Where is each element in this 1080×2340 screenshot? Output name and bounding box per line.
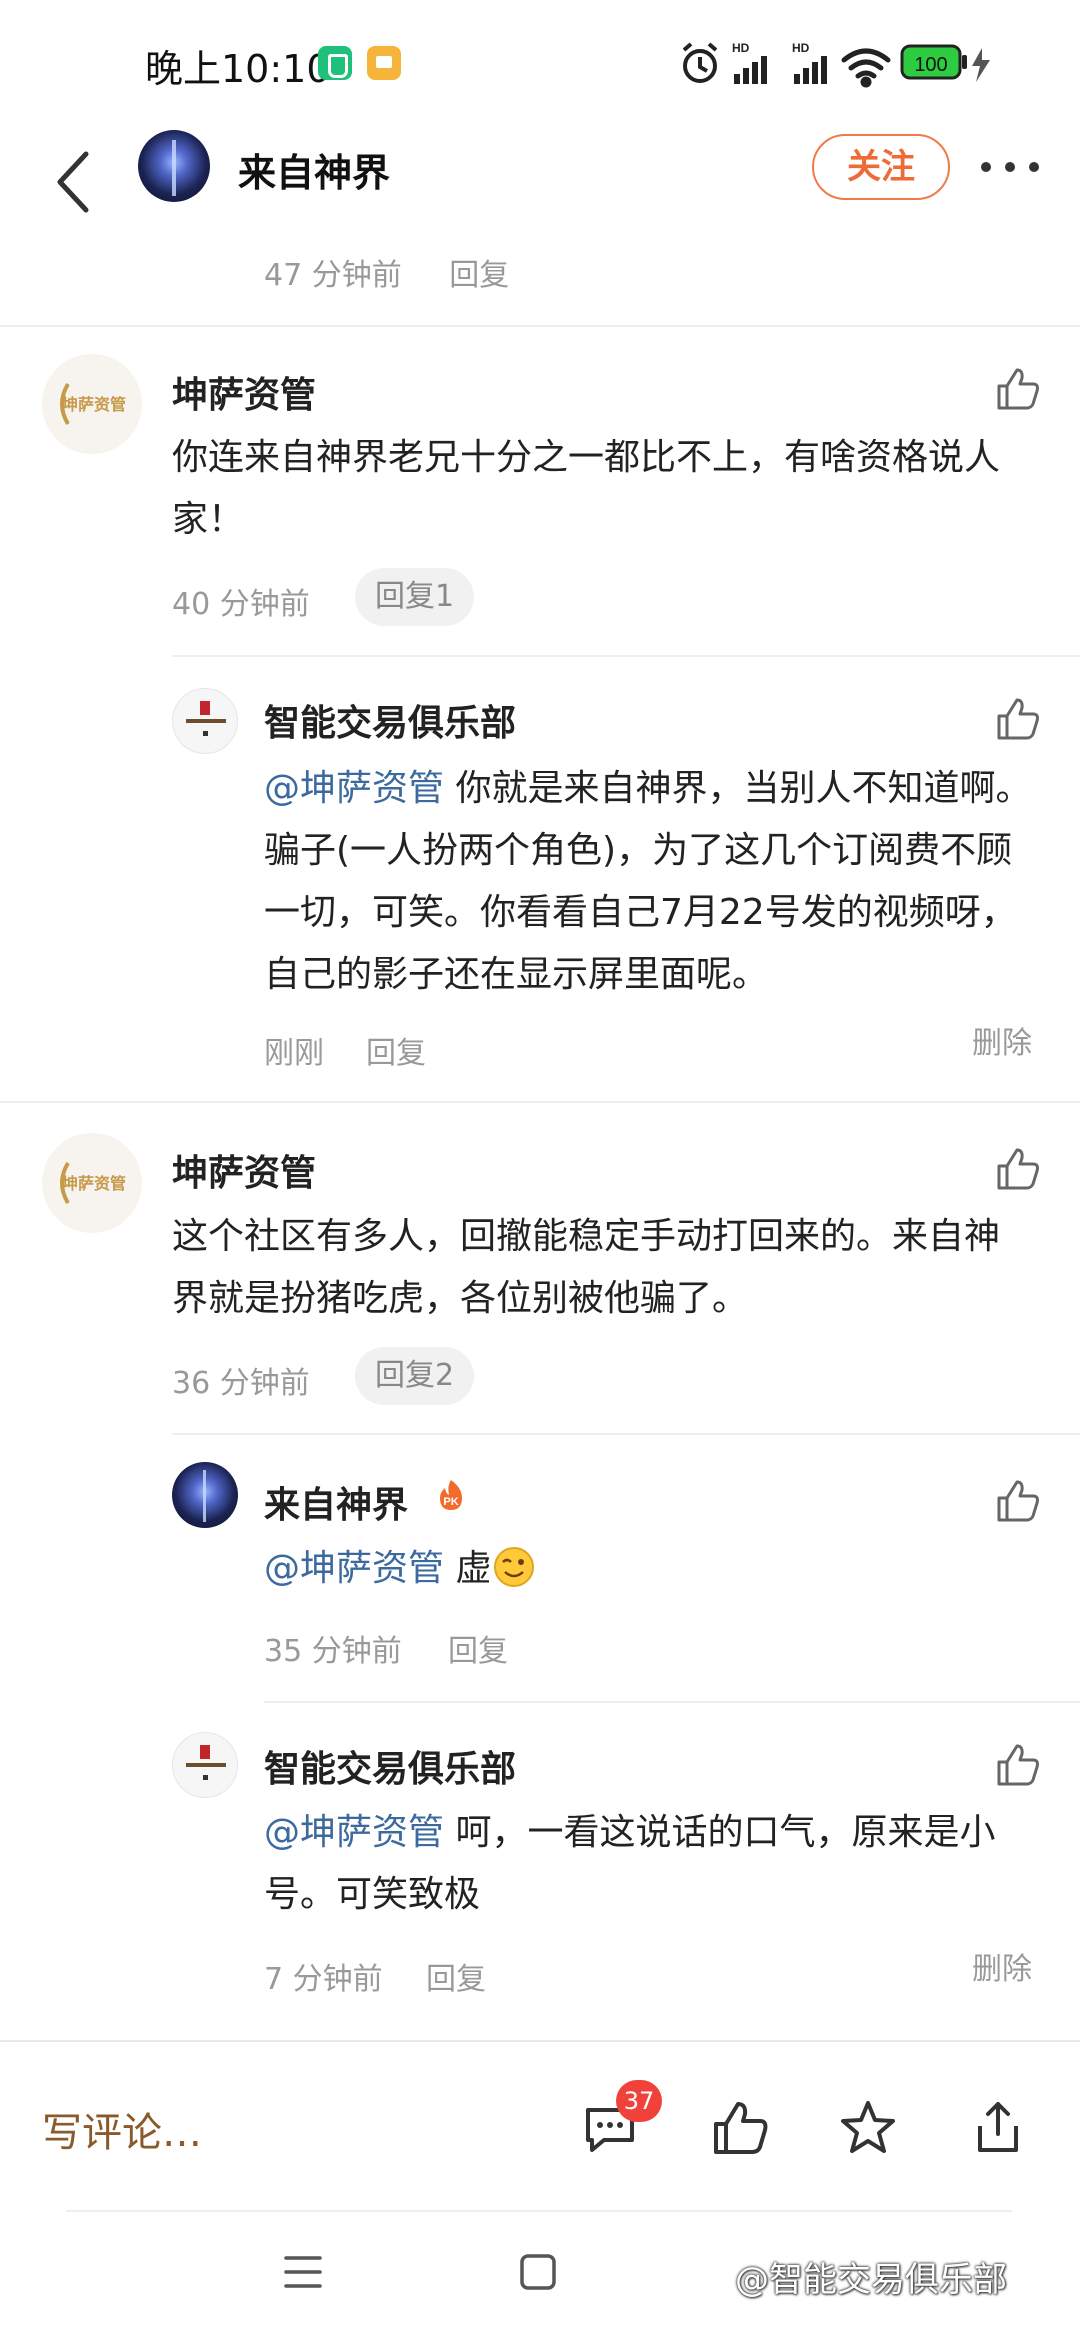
reply-text: @坤萨资管 虚 bbox=[264, 1538, 1044, 1600]
comment-time: 36 分钟前 bbox=[172, 1366, 310, 1401]
reply-author[interactable]: 来自神界 bbox=[264, 1476, 408, 1528]
status-bar: 晚上10:10 HD HD 100 bbox=[0, 0, 1080, 120]
back-arrow-icon[interactable] bbox=[48, 142, 98, 222]
more-options-icon[interactable] bbox=[978, 154, 1042, 180]
reply-text: @坤萨资管 你就是来自神界，当别人不知道啊。骗子(一人扮两个角色)，为了这几个订… bbox=[264, 758, 1044, 1006]
comment-text: 你连来自神界老兄十分之一都比不上，有啥资格说人家！ bbox=[172, 437, 1001, 540]
mention-link[interactable]: @坤萨资管 bbox=[264, 1548, 444, 1589]
reply-link[interactable]: 回复 bbox=[449, 258, 509, 293]
reply-author[interactable]: 智能交易俱乐部 bbox=[264, 1740, 516, 1792]
shield-app-icon bbox=[318, 46, 352, 80]
signal-icon-1: HD bbox=[732, 41, 767, 84]
delete-link[interactable]: 删除 bbox=[972, 1018, 1032, 1062]
divider bbox=[0, 325, 1080, 327]
reply-link[interactable]: 回复 bbox=[426, 1954, 486, 1998]
star-icon[interactable] bbox=[838, 2098, 898, 2158]
comment-author[interactable]: 坤萨资管 bbox=[172, 1144, 316, 1196]
user-avatar[interactable] bbox=[172, 1732, 238, 1798]
comment-count-badge: 37 bbox=[616, 2080, 662, 2122]
divider bbox=[264, 1701, 1080, 1703]
thumbs-up-icon[interactable] bbox=[995, 366, 1041, 412]
reply-time: 7 分钟前 bbox=[264, 1962, 383, 1997]
signal-icon-2: HD bbox=[792, 41, 827, 84]
svg-text:坤萨资管: 坤萨资管 bbox=[62, 395, 126, 414]
reply-body: 虚 bbox=[444, 1548, 492, 1589]
alarm-icon bbox=[682, 42, 718, 83]
user-avatar[interactable]: 坤萨资管 bbox=[42, 1133, 142, 1233]
svg-text:PK: PK bbox=[443, 1496, 458, 1508]
svg-text:HD: HD bbox=[792, 41, 810, 55]
watermark: @智能交易俱乐部 bbox=[735, 2260, 1007, 2300]
thumbs-up-icon[interactable] bbox=[995, 1478, 1041, 1524]
ksa-logo-icon: 坤萨资管 bbox=[60, 1161, 126, 1205]
user-avatar[interactable] bbox=[172, 1462, 238, 1528]
comment-text: 这个社区有多人，回撤能稳定手动打回来的。来自神界就是扮猪吃虎，各位别被他骗了。 bbox=[172, 1216, 1001, 1319]
home-icon[interactable] bbox=[518, 2252, 558, 2292]
svg-text:坤萨资管: 坤萨资管 bbox=[62, 1174, 126, 1193]
page-title[interactable]: 来自神界 bbox=[238, 142, 390, 197]
status-icons: HD HD 100 bbox=[682, 41, 990, 88]
battery-icon: 100 bbox=[900, 44, 990, 82]
divider bbox=[172, 655, 1080, 657]
user-avatar[interactable]: 坤萨资管 bbox=[42, 354, 142, 454]
thumbs-up-icon[interactable] bbox=[995, 696, 1041, 742]
reply-time: 35 分钟前 bbox=[264, 1634, 402, 1669]
user-avatar[interactable] bbox=[172, 688, 238, 754]
follow-button[interactable]: 关注 bbox=[812, 134, 950, 200]
status-time: 晚上10:10 bbox=[145, 47, 331, 91]
thumbs-up-icon[interactable] bbox=[995, 1742, 1041, 1788]
previous-comment-meta: 47 分钟前 回复 bbox=[264, 250, 509, 294]
write-comment-input[interactable]: 写评论… bbox=[42, 2100, 202, 2158]
top-bar: 来自神界 关注 bbox=[0, 120, 1080, 250]
divider bbox=[0, 1101, 1080, 1103]
reply-author[interactable]: 智能交易俱乐部 bbox=[264, 694, 516, 746]
reply-count-button[interactable]: 回复1 bbox=[355, 568, 475, 626]
wink-emoji-icon bbox=[494, 1547, 535, 1587]
thumbs-up-icon[interactable] bbox=[710, 2098, 770, 2158]
delete-link[interactable]: 删除 bbox=[972, 1944, 1032, 1988]
divider bbox=[172, 1433, 1080, 1435]
comment-time: 40 分钟前 bbox=[172, 587, 310, 622]
reply-count-button[interactable]: 回复2 bbox=[355, 1347, 475, 1405]
thumbs-up-icon[interactable] bbox=[995, 1146, 1041, 1192]
comment-author[interactable]: 坤萨资管 bbox=[172, 366, 316, 418]
header-avatar[interactable] bbox=[138, 130, 210, 202]
nav-divider bbox=[66, 2210, 1012, 2212]
wifi-icon bbox=[841, 48, 891, 88]
svg-text:HD: HD bbox=[732, 41, 750, 55]
reply-text: @坤萨资管 呵，一看这说话的口气，原来是小号。可笑致极 bbox=[264, 1802, 1044, 1926]
reply-link[interactable]: 回复 bbox=[448, 1626, 508, 1670]
message-app-icon bbox=[367, 46, 401, 80]
bottom-bar-divider bbox=[0, 2040, 1080, 2042]
comment-time: 47 分钟前 bbox=[264, 258, 402, 293]
reply-link[interactable]: 回复 bbox=[366, 1028, 426, 1072]
menu-icon[interactable] bbox=[282, 2252, 324, 2292]
ksa-logo-icon: 坤萨资管 bbox=[60, 382, 126, 426]
mention-link[interactable]: @坤萨资管 bbox=[264, 768, 444, 809]
mention-link[interactable]: @坤萨资管 bbox=[264, 1812, 444, 1853]
svg-text:100: 100 bbox=[914, 54, 947, 76]
reply-time: 刚刚 bbox=[264, 1036, 324, 1071]
share-icon[interactable] bbox=[968, 2098, 1028, 2158]
pk-badge-icon: PK bbox=[440, 1480, 462, 1510]
